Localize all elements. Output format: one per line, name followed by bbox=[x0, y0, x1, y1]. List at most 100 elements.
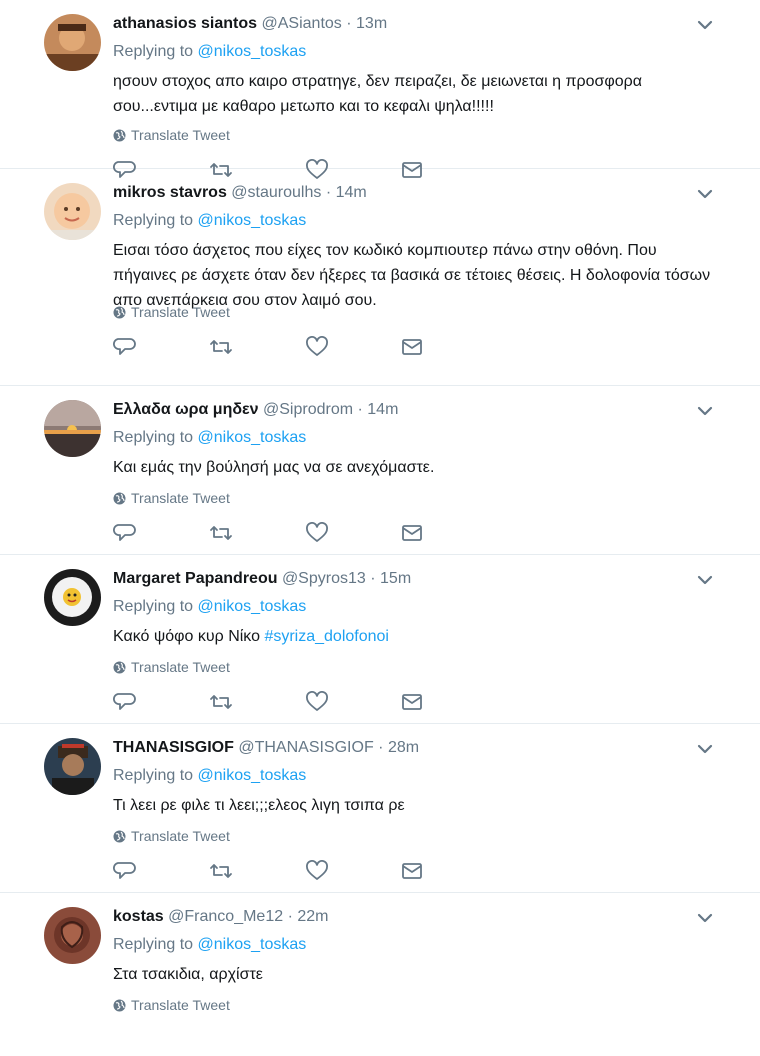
user-name[interactable]: mikros stavros bbox=[113, 184, 227, 201]
replying-to-mention[interactable]: @nikos_toskas bbox=[198, 212, 307, 229]
heart-icon[interactable] bbox=[305, 522, 329, 544]
tweet[interactable]: kostas @Franco_Me12 · 22m Replying to @n… bbox=[0, 893, 760, 1043]
heart-icon[interactable] bbox=[305, 336, 329, 358]
envelope-icon[interactable] bbox=[400, 336, 424, 358]
user-name[interactable]: athanasios siantos bbox=[113, 15, 257, 32]
chevron-down-icon[interactable] bbox=[696, 187, 714, 201]
chevron-down-icon[interactable] bbox=[696, 911, 714, 925]
tweet-actions bbox=[113, 691, 443, 713]
tweet-header: kostas @Franco_Me12 · 22m bbox=[113, 907, 328, 927]
timestamp[interactable]: 22m bbox=[297, 908, 328, 925]
avatar[interactable] bbox=[44, 14, 101, 71]
tweet-actions bbox=[113, 522, 443, 544]
envelope-icon[interactable] bbox=[400, 860, 424, 882]
heart-icon[interactable] bbox=[305, 691, 329, 713]
replying-to-mention[interactable]: @nikos_toskas bbox=[198, 43, 307, 60]
tweet-header: athanasios siantos @ASiantos · 13m bbox=[113, 14, 387, 34]
user-name[interactable]: Ελλαδα ωρα μηδεν bbox=[113, 401, 259, 418]
tweet-header: mikros stavros @stauroulhs · 14m bbox=[113, 183, 367, 203]
reply-feed: athanasios siantos @ASiantos · 13m Reply… bbox=[0, 0, 760, 1043]
avatar[interactable] bbox=[44, 400, 101, 457]
translate-tweet-link[interactable]: Translate Tweet bbox=[113, 658, 230, 676]
replying-to: Replying to @nikos_toskas bbox=[113, 597, 306, 617]
tweet-header: THANASISGIOF @THANASISGIOF · 28m bbox=[113, 738, 419, 758]
translate-tweet-link[interactable]: Translate Tweet bbox=[113, 126, 230, 144]
user-name[interactable]: Margaret Papandreou bbox=[113, 570, 277, 587]
chevron-down-icon[interactable] bbox=[696, 18, 714, 32]
separator-dot: · bbox=[378, 739, 384, 756]
replying-to-mention[interactable]: @nikos_toskas bbox=[198, 767, 307, 784]
avatar[interactable] bbox=[44, 907, 101, 964]
translate-tweet-link[interactable]: Translate Tweet bbox=[113, 996, 230, 1014]
user-handle[interactable]: @Spyros13 bbox=[282, 570, 366, 587]
replying-to-mention[interactable]: @nikos_toskas bbox=[198, 598, 307, 615]
retweet-icon[interactable] bbox=[209, 691, 233, 713]
timestamp[interactable]: 28m bbox=[388, 739, 419, 756]
retweet-icon[interactable] bbox=[209, 336, 233, 358]
separator-dot: · bbox=[325, 184, 332, 201]
globe-icon bbox=[113, 830, 126, 843]
timestamp[interactable]: 14m bbox=[367, 401, 398, 418]
user-handle[interactable]: @Siprodrom bbox=[263, 401, 353, 418]
user-handle[interactable]: @THANASISGIOF bbox=[238, 739, 373, 756]
replying-to-mention[interactable]: @nikos_toskas bbox=[198, 936, 307, 953]
replying-to: Replying to @nikos_toskas bbox=[113, 428, 306, 448]
tweet-text: Στα τσακιδια, αρχίστε bbox=[113, 966, 263, 983]
replying-to-label: Replying to bbox=[113, 212, 198, 229]
separator-dot: · bbox=[370, 570, 376, 587]
tweet[interactable]: Margaret Papandreou @Spyros13 · 15m Repl… bbox=[0, 555, 760, 724]
tweet[interactable]: athanasios siantos @ASiantos · 13m Reply… bbox=[0, 0, 760, 179]
reply-icon[interactable] bbox=[113, 336, 137, 358]
globe-icon bbox=[113, 999, 126, 1012]
envelope-icon[interactable] bbox=[400, 691, 424, 713]
user-name[interactable]: THANASISGIOF bbox=[113, 739, 234, 756]
heart-icon[interactable] bbox=[305, 860, 329, 882]
envelope-icon[interactable] bbox=[400, 522, 424, 544]
translate-label: Translate Tweet bbox=[131, 997, 230, 1013]
retweet-icon[interactable] bbox=[209, 522, 233, 544]
reply-icon[interactable] bbox=[113, 860, 137, 882]
timestamp[interactable]: 13m bbox=[356, 15, 387, 32]
reply-icon[interactable] bbox=[113, 522, 137, 544]
separator-dot: · bbox=[357, 401, 363, 418]
replying-to: Replying to @nikos_toskas bbox=[113, 935, 306, 955]
translate-tweet-link[interactable]: Translate Tweet bbox=[113, 827, 230, 845]
translate-label: Translate Tweet bbox=[131, 828, 230, 844]
tweet[interactable]: THANASISGIOF @THANASISGIOF · 28m Replyin… bbox=[0, 724, 760, 893]
user-handle[interactable]: @Franco_Me12 bbox=[168, 908, 283, 925]
translate-label: Translate Tweet bbox=[131, 127, 230, 143]
tweet-actions bbox=[113, 336, 443, 358]
replying-to-label: Replying to bbox=[113, 936, 198, 953]
globe-icon bbox=[113, 306, 126, 319]
hashtag-link[interactable]: #syriza_dolofonoi bbox=[264, 628, 389, 645]
user-name[interactable]: kostas bbox=[113, 908, 164, 925]
tweet-header: Margaret Papandreou @Spyros13 · 15m bbox=[113, 569, 411, 589]
reply-icon[interactable] bbox=[113, 691, 137, 713]
tweet-text: Και εμάς την βούλησή μας να σε ανεχόμαστ… bbox=[113, 459, 435, 476]
tweet[interactable]: Ελλαδα ωρα μηδεν @Siprodrom · 14m Replyi… bbox=[0, 386, 760, 555]
globe-icon bbox=[113, 129, 126, 142]
translate-tweet-link[interactable]: Translate Tweet bbox=[113, 489, 230, 507]
globe-icon bbox=[113, 492, 126, 505]
avatar[interactable] bbox=[44, 738, 101, 795]
replying-to: Replying to @nikos_toskas bbox=[113, 42, 306, 62]
replying-to: Replying to @nikos_toskas bbox=[113, 766, 306, 786]
tweet[interactable]: mikros stavros @stauroulhs · 14m Replyin… bbox=[0, 169, 760, 386]
tweet-actions bbox=[113, 860, 443, 882]
avatar[interactable] bbox=[44, 183, 101, 240]
chevron-down-icon[interactable] bbox=[696, 742, 714, 756]
retweet-icon[interactable] bbox=[209, 860, 233, 882]
user-handle[interactable]: @stauroulhs bbox=[231, 184, 321, 201]
chevron-down-icon[interactable] bbox=[696, 573, 714, 587]
tweet-text: ησουν στοχος απο καιρο στρατηγε, δεν πει… bbox=[113, 73, 643, 115]
timestamp[interactable]: 15m bbox=[380, 570, 411, 587]
chevron-down-icon[interactable] bbox=[696, 404, 714, 418]
translate-label: Translate Tweet bbox=[131, 304, 230, 320]
user-handle[interactable]: @ASiantos bbox=[262, 15, 342, 32]
avatar[interactable] bbox=[44, 569, 101, 626]
replying-to-label: Replying to bbox=[113, 429, 198, 446]
replying-to-mention[interactable]: @nikos_toskas bbox=[198, 429, 307, 446]
replying-to-label: Replying to bbox=[113, 43, 198, 60]
timestamp[interactable]: 14m bbox=[336, 184, 367, 201]
translate-tweet-link[interactable]: Translate Tweet bbox=[113, 303, 230, 321]
